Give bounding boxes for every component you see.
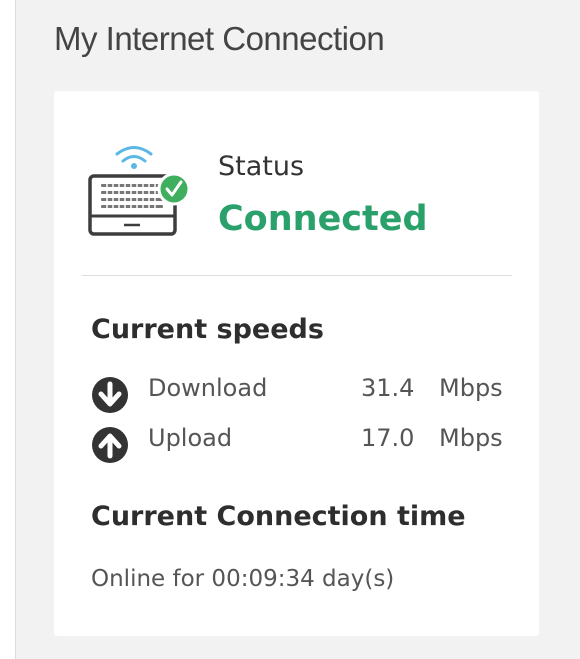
upload-arrow-icon	[92, 427, 128, 463]
download-value: 31.4	[361, 374, 415, 402]
panel-title: My Internet Connection	[54, 20, 385, 57]
download-unit: Mbps	[439, 374, 503, 402]
connection-panel: My Internet Connection Status Connected …	[15, 0, 580, 659]
upload-row: Upload 17.0 Mbps	[91, 422, 511, 466]
connection-time-title: Current Connection time	[91, 501, 466, 532]
router-connected-icon	[88, 146, 191, 236]
download-row: Download 31.4 Mbps	[91, 372, 511, 416]
status-value: Connected	[218, 199, 428, 239]
upload-unit: Mbps	[439, 424, 503, 452]
connection-card: Status Connected Current speeds Download…	[54, 91, 539, 636]
speeds-title: Current speeds	[91, 314, 324, 345]
status-label: Status	[218, 151, 305, 182]
upload-label: Upload	[148, 424, 233, 452]
online-duration: Online for 00:09:34 day(s)	[91, 566, 395, 592]
download-arrow-icon	[92, 377, 128, 413]
download-label: Download	[148, 374, 268, 402]
upload-value: 17.0	[361, 424, 415, 452]
divider	[82, 275, 512, 276]
